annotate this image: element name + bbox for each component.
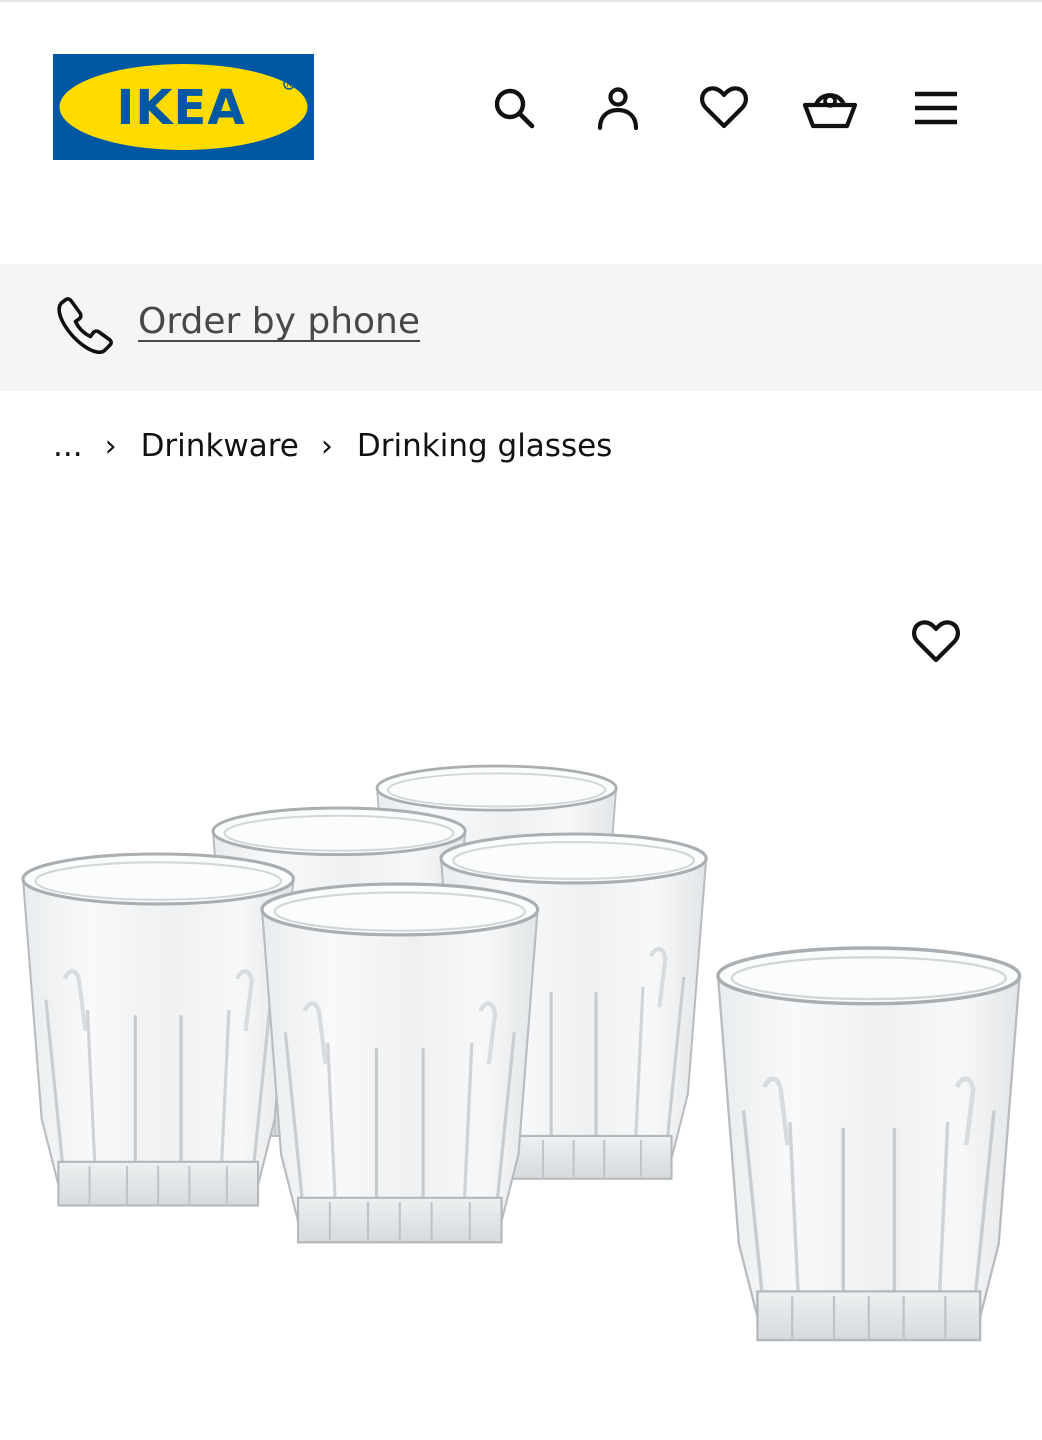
glass-front-center — [262, 884, 538, 1242]
breadcrumb-ellipsis[interactable]: ... — [53, 428, 83, 464]
site-header: IKEA R — [0, 2, 1042, 264]
account-icon — [597, 87, 639, 131]
search-button[interactable] — [478, 72, 550, 144]
phone-icon — [57, 297, 113, 355]
product-image[interactable] — [0, 700, 1042, 1400]
breadcrumb: ... › Drinkware › Drinking glasses — [53, 422, 612, 470]
logo-text: IKEA — [117, 80, 246, 136]
order-by-phone-link[interactable]: Order by phone — [138, 296, 420, 348]
ikea-logo[interactable]: IKEA R — [53, 54, 314, 160]
breadcrumb-separator: › — [104, 428, 117, 464]
favourites-button[interactable] — [688, 72, 760, 144]
breadcrumb-drinkware[interactable]: Drinkware — [141, 428, 299, 464]
svg-text:R: R — [287, 81, 292, 89]
breadcrumb-separator: › — [320, 428, 333, 464]
header-icon-bar — [478, 72, 978, 144]
favourites-icon — [700, 86, 748, 129]
search-icon — [494, 88, 535, 129]
account-button[interactable] — [582, 72, 654, 144]
add-to-favourites-button[interactable] — [904, 610, 968, 674]
heart-outline-icon — [912, 620, 960, 663]
product-page: IKEA R Order by phone ... › Drinkware › … — [0, 0, 1042, 1440]
breadcrumb-drinking-glasses[interactable]: Drinking glasses — [357, 428, 612, 464]
hamburger-menu-button[interactable] — [900, 72, 972, 144]
glass-single-right — [718, 948, 1020, 1340]
hamburger-menu-icon — [915, 91, 957, 125]
shopping-basket-icon — [802, 93, 858, 129]
glass-front-left — [23, 854, 293, 1206]
shopping-basket-button[interactable] — [794, 72, 866, 144]
